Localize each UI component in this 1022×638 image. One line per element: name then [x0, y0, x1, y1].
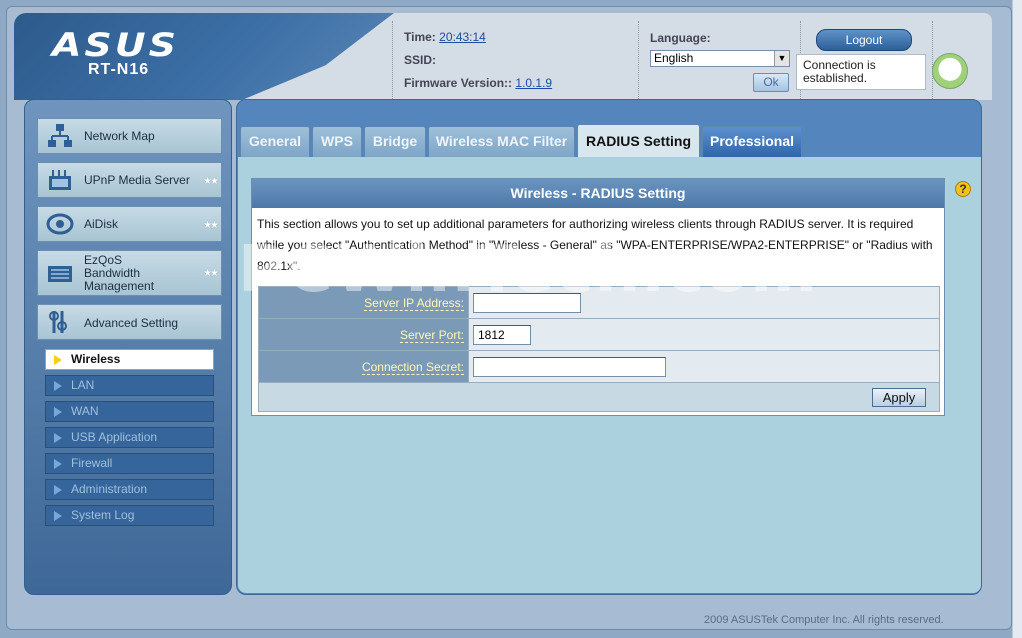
connection-secret-input[interactable]	[473, 356, 666, 377]
stars-icon: ★★	[203, 220, 219, 231]
subnav-label: System Log	[71, 508, 135, 522]
nav-item-aidisk[interactable]: AiDisk ★★	[37, 206, 222, 242]
advanced-setting-icon	[49, 311, 67, 333]
arrow-right-icon	[54, 381, 62, 391]
status-avatar-icon	[932, 53, 968, 89]
panel-title: Wireless - RADIUS Setting	[252, 179, 944, 208]
arrow-right-icon	[54, 511, 62, 521]
subnav-wan[interactable]: WAN	[45, 401, 214, 422]
subnav-label: USB Application	[71, 430, 158, 444]
subnav-lan[interactable]: LAN	[45, 375, 214, 396]
server-port-label: Server Port:	[399, 327, 464, 343]
copyright: 2009 ASUSTek Computer Inc. All rights re…	[704, 614, 944, 626]
tab-bridge[interactable]: Bridge	[364, 126, 426, 157]
form-label-cell: Server IP Address:	[258, 286, 469, 319]
header: ASUS RT-N16 Time: 20:43:14 SSID: Firmwar…	[14, 13, 992, 100]
tab-radius-setting[interactable]: RADIUS Setting	[577, 124, 700, 157]
form-row: Server IP Address:	[258, 286, 940, 319]
form-value-cell	[468, 286, 940, 319]
language-label: Language:	[650, 31, 711, 45]
nav-item-label: AiDisk	[84, 217, 119, 231]
language-value: English	[654, 51, 694, 65]
language-select[interactable]: English ▼	[650, 50, 790, 67]
ezqos-icon	[48, 266, 72, 282]
nav-item-upnp-media-server[interactable]: UPnP Media Server ★★	[37, 162, 222, 198]
nav-item-label: Advanced Setting	[84, 316, 179, 330]
aidisk-icon	[46, 213, 74, 235]
divider	[638, 21, 639, 99]
nav-item-network-map[interactable]: Network Map	[37, 118, 222, 154]
firmware-link[interactable]: 1.0.1.9	[515, 76, 552, 90]
form-value-cell	[468, 318, 940, 351]
sidebar: Network Map UPnP Media Server ★★ AiDisk …	[24, 99, 232, 595]
subnav-label: LAN	[71, 378, 95, 392]
server-ip-input[interactable]	[473, 292, 581, 313]
tab-wireless-mac-filter[interactable]: Wireless MAC Filter	[428, 126, 575, 157]
subnav-wireless[interactable]: Wireless	[45, 349, 214, 370]
divider	[392, 21, 393, 99]
language-ok-button[interactable]: Ok	[753, 73, 789, 92]
form-footer-row: Apply	[258, 382, 940, 412]
time-label: Time:	[404, 30, 436, 44]
time-info: Time: 20:43:14	[404, 30, 486, 44]
server-ip-label: Server IP Address:	[364, 295, 464, 311]
nav-item-label: UPnP Media Server	[84, 173, 190, 187]
nav-item-advanced-setting[interactable]: Advanced Setting	[37, 304, 222, 340]
model-name: RT-N16	[88, 61, 150, 78]
window-scrollbar[interactable]	[1012, 0, 1022, 638]
form-label-cell: Server Port:	[258, 318, 469, 351]
form-row: Connection Secret:	[258, 350, 940, 383]
media-server-icon	[49, 170, 71, 190]
arrow-right-icon	[54, 433, 62, 443]
ssid-label: SSID:	[404, 53, 437, 67]
tab-general[interactable]: General	[240, 126, 310, 157]
firmware-label: Firmware Version::	[404, 76, 513, 90]
apply-button[interactable]: Apply	[872, 387, 926, 407]
subnav-label: Wireless	[71, 352, 121, 366]
panel-description: This section allows you to set up additi…	[257, 217, 933, 273]
stars-icon: ★★	[203, 176, 219, 187]
form-footer: Apply	[258, 382, 940, 412]
tab-wps[interactable]: WPS	[312, 126, 362, 157]
nav-item-label: Network Map	[84, 129, 155, 143]
arrow-right-icon	[54, 485, 62, 495]
time-link[interactable]: 20:43:14	[439, 30, 486, 44]
nav-item-ezqos[interactable]: EzQoS Bandwidth Management ★★	[37, 250, 222, 296]
subnav-firewall[interactable]: Firewall	[45, 453, 214, 474]
arrow-right-icon	[54, 355, 62, 365]
tab-professional[interactable]: Professional	[702, 126, 802, 157]
arrow-right-icon	[54, 459, 62, 469]
dropdown-arrow-icon[interactable]: ▼	[774, 51, 789, 66]
help-icon[interactable]: ?	[955, 181, 971, 197]
form-label-cell: Connection Secret:	[258, 350, 469, 383]
form-value-cell	[468, 350, 940, 383]
network-map-icon	[48, 124, 72, 147]
radius-form: Server IP Address: Server Port: Connecti…	[258, 286, 940, 412]
arrow-right-icon	[54, 407, 62, 417]
subnav-usb-application[interactable]: USB Application	[45, 427, 214, 448]
form-row: Server Port:	[258, 318, 940, 351]
asus-logo: ASUS	[52, 26, 180, 64]
subnav-administration[interactable]: Administration	[45, 479, 214, 500]
subnav-label: Administration	[71, 482, 148, 496]
radius-panel: Wireless - RADIUS Setting This section a…	[251, 178, 945, 416]
firmware-info: Firmware Version:: 1.0.1.9	[404, 76, 552, 90]
subnav-label: Firewall	[71, 456, 113, 470]
stars-icon: ★★	[203, 268, 219, 279]
divider	[932, 21, 933, 99]
nav-item-label: EzQoS Bandwidth Management	[84, 253, 155, 293]
subnav-label: WAN	[71, 404, 99, 418]
connection-status: Connection is established.	[796, 54, 926, 90]
connection-secret-label: Connection Secret:	[361, 359, 464, 375]
subnav-system-log[interactable]: System Log	[45, 505, 214, 526]
logo-area: ASUS RT-N16	[14, 13, 394, 100]
logout-button[interactable]: Logout	[816, 29, 912, 51]
server-port-input[interactable]	[473, 324, 531, 345]
